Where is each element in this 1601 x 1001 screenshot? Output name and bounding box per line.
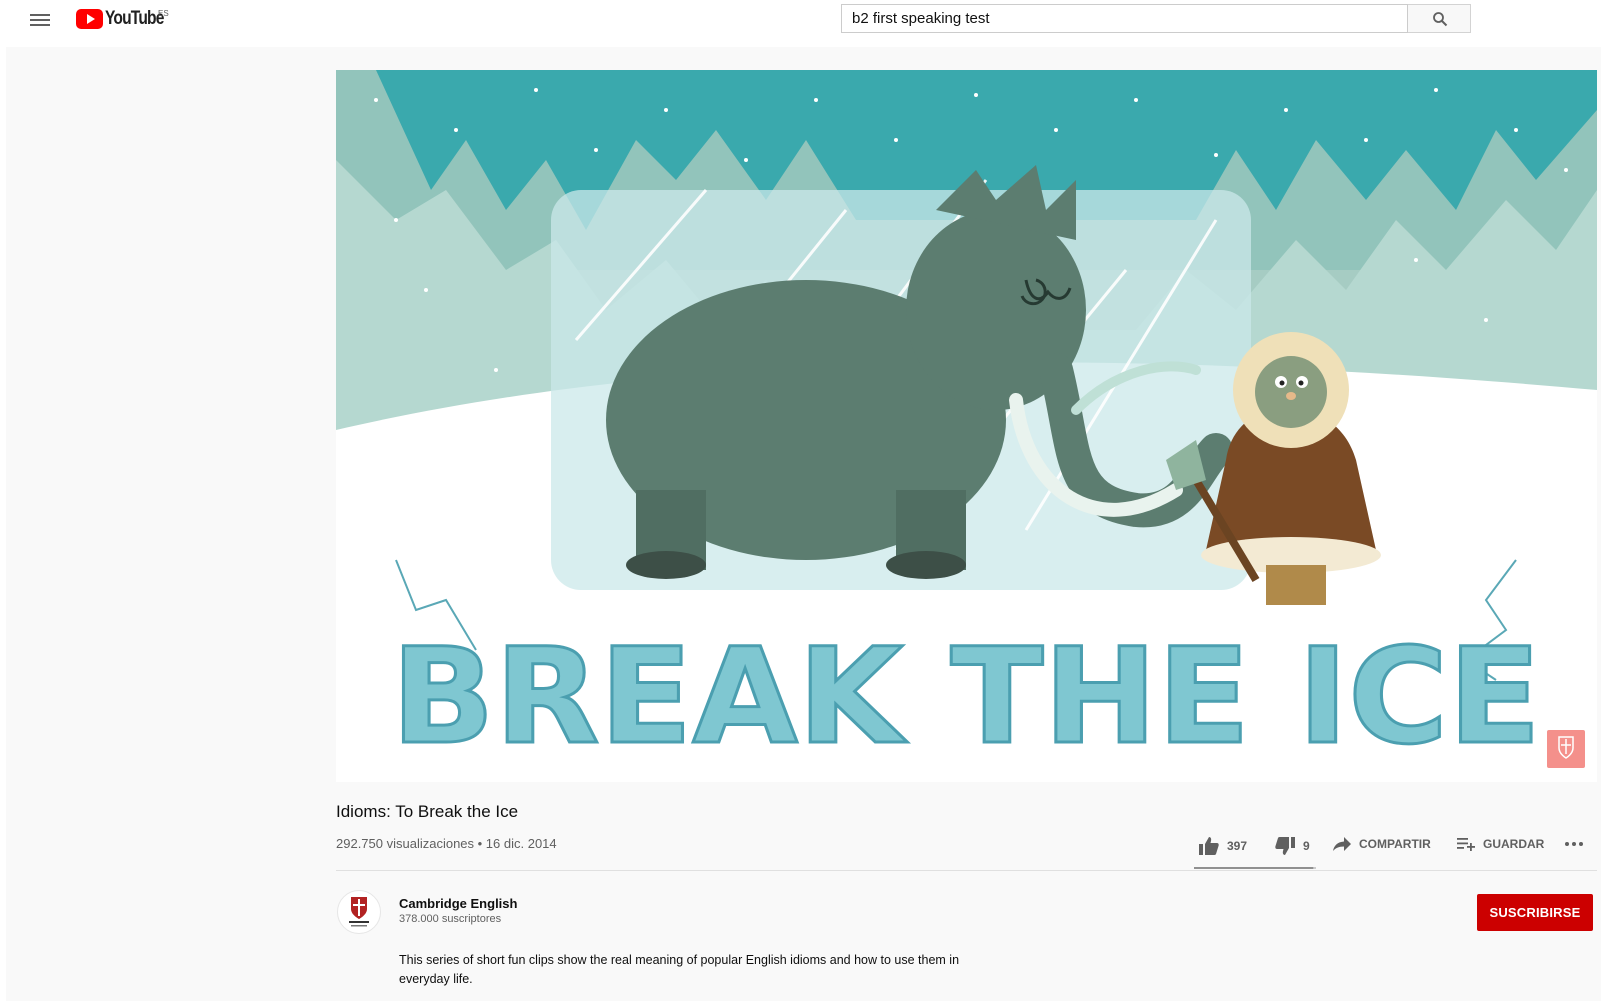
subscribe-button[interactable]: SUSCRIBIRSE xyxy=(1477,894,1593,931)
playlist-add-icon xyxy=(1457,838,1475,851)
logo-text: YouTube xyxy=(105,8,164,29)
video-player[interactable]: BREAK THE ICE xyxy=(336,70,1597,782)
subscriber-count: 378.000 suscriptores xyxy=(399,913,502,925)
like-ratio-fill xyxy=(1194,867,1314,869)
cambridge-crest-icon xyxy=(1558,736,1574,759)
hamburger-menu-icon[interactable] xyxy=(30,11,50,29)
like-button[interactable]: 397 xyxy=(1199,837,1247,855)
save-button[interactable]: GUARDAR xyxy=(1457,837,1544,851)
view-count-date: 292.750 visualizaciones • 16 dic. 2014 xyxy=(336,836,557,851)
youtube-logo[interactable]: YouTube ES xyxy=(76,9,176,31)
search-input[interactable] xyxy=(841,4,1408,33)
masthead: YouTube ES xyxy=(0,0,1601,47)
youtube-play-icon xyxy=(76,9,103,29)
share-button[interactable]: COMPARTIR xyxy=(1333,837,1431,851)
section-divider xyxy=(336,870,1597,871)
more-actions-button[interactable] xyxy=(1565,842,1583,846)
save-label: GUARDAR xyxy=(1483,837,1545,851)
left-gutter xyxy=(0,47,6,1001)
video-title: Idioms: To Break the Ice xyxy=(336,802,519,821)
video-frame: BREAK THE ICE xyxy=(336,70,1597,782)
country-code: ES xyxy=(158,9,169,18)
thumbs-down-icon xyxy=(1275,837,1295,855)
share-arrow-icon xyxy=(1333,837,1351,851)
channel-watermark[interactable] xyxy=(1547,730,1585,768)
like-dislike-bar xyxy=(1194,867,1316,869)
search-button[interactable] xyxy=(1408,4,1471,33)
cambridge-crest-icon xyxy=(349,897,369,927)
like-count: 397 xyxy=(1227,839,1248,853)
search-icon xyxy=(1433,12,1448,27)
channel-avatar[interactable] xyxy=(337,890,381,934)
dislike-count: 9 xyxy=(1303,839,1310,853)
thumbs-up-icon xyxy=(1199,837,1219,855)
title-art-text: BREAK THE ICE xyxy=(391,620,1541,774)
dislike-button[interactable]: 9 xyxy=(1275,837,1310,855)
more-horizontal-icon xyxy=(1565,842,1583,846)
channel-name[interactable]: Cambridge English xyxy=(399,896,517,911)
video-description: This series of short fun clips show the … xyxy=(399,953,960,986)
share-label: COMPARTIR xyxy=(1359,837,1431,851)
